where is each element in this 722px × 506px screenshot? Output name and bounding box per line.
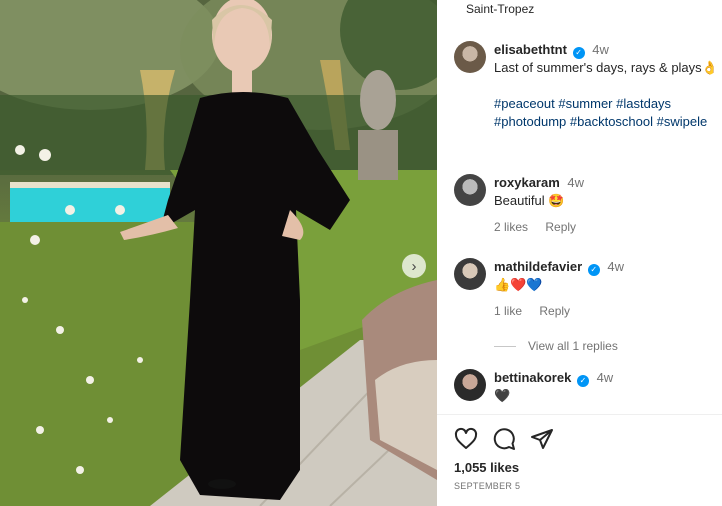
commenter-username[interactable]: bettinakorek [494,370,571,385]
view-replies-label: View all 1 replies [528,339,618,353]
hashtags-line-1[interactable]: #peaceout #summer #lastdays [494,95,722,113]
comment-text: Beautiful 🤩 [494,193,565,208]
reply-button[interactable]: Reply [545,220,576,234]
comment-item: bettinakorek ✓ 4w 🖤 [454,369,722,409]
author-username[interactable]: elisabethtnt [494,42,567,57]
commenter-avatar[interactable] [454,369,486,401]
next-photo-button[interactable]: › [402,254,426,278]
post-location[interactable]: Saint-Tropez [466,2,534,16]
commenter-avatar[interactable] [454,258,486,290]
view-replies-button[interactable]: View all 1 replies [494,339,618,353]
comment-item: mathildefavier ✓ 4w 👍❤️💙 1 like Reply [454,258,722,328]
comment-item: roxykaram 4w Beautiful 🤩 2 likes Reply [454,174,722,244]
post-caption: elisabethtnt ✓ 4w Last of summer's days,… [454,41,722,136]
ok-hand-emoji: 👌 [701,60,718,75]
comment-time[interactable]: 4w [567,175,584,190]
actions-divider [437,414,722,415]
comment-text: 🖤 [494,388,511,403]
comment-text: 👍❤️💙 [494,277,543,292]
photo-illustration [0,0,437,506]
comment-icon[interactable] [492,427,516,451]
caption-text: Last of summer's days, rays & plays👌 [494,59,722,77]
reply-button[interactable]: Reply [539,304,570,318]
chevron-right-icon: › [411,257,417,275]
share-icon[interactable] [530,427,554,451]
comment-time[interactable]: 4w [607,259,624,274]
replies-divider [494,345,516,347]
commenter-username[interactable]: roxykaram [494,175,560,190]
post-time[interactable]: 4w [592,42,609,57]
verified-icon: ✓ [572,47,585,59]
post-photo: › [0,0,437,506]
hashtags-line-2[interactable]: #photodump #backtoschool #swipele [494,113,722,131]
post-details-panel: Saint-Tropez elisabethtnt ✓ 4w Last of s… [437,0,722,506]
caption-line: Last of summer's days, rays & plays [494,60,702,75]
post-date: SEPTEMBER 5 [454,481,521,491]
commenter-username[interactable]: mathildefavier [494,259,582,274]
post-actions [454,427,554,451]
commenter-avatar[interactable] [454,174,486,206]
comment-time[interactable]: 4w [597,370,614,385]
verified-icon: ✓ [587,264,600,276]
heart-icon[interactable] [454,427,478,451]
author-avatar[interactable] [454,41,486,73]
likes-count[interactable]: 1,055 likes [454,460,519,475]
verified-icon: ✓ [576,375,589,387]
comment-likes[interactable]: 1 like [494,304,522,318]
comment-likes[interactable]: 2 likes [494,220,528,234]
